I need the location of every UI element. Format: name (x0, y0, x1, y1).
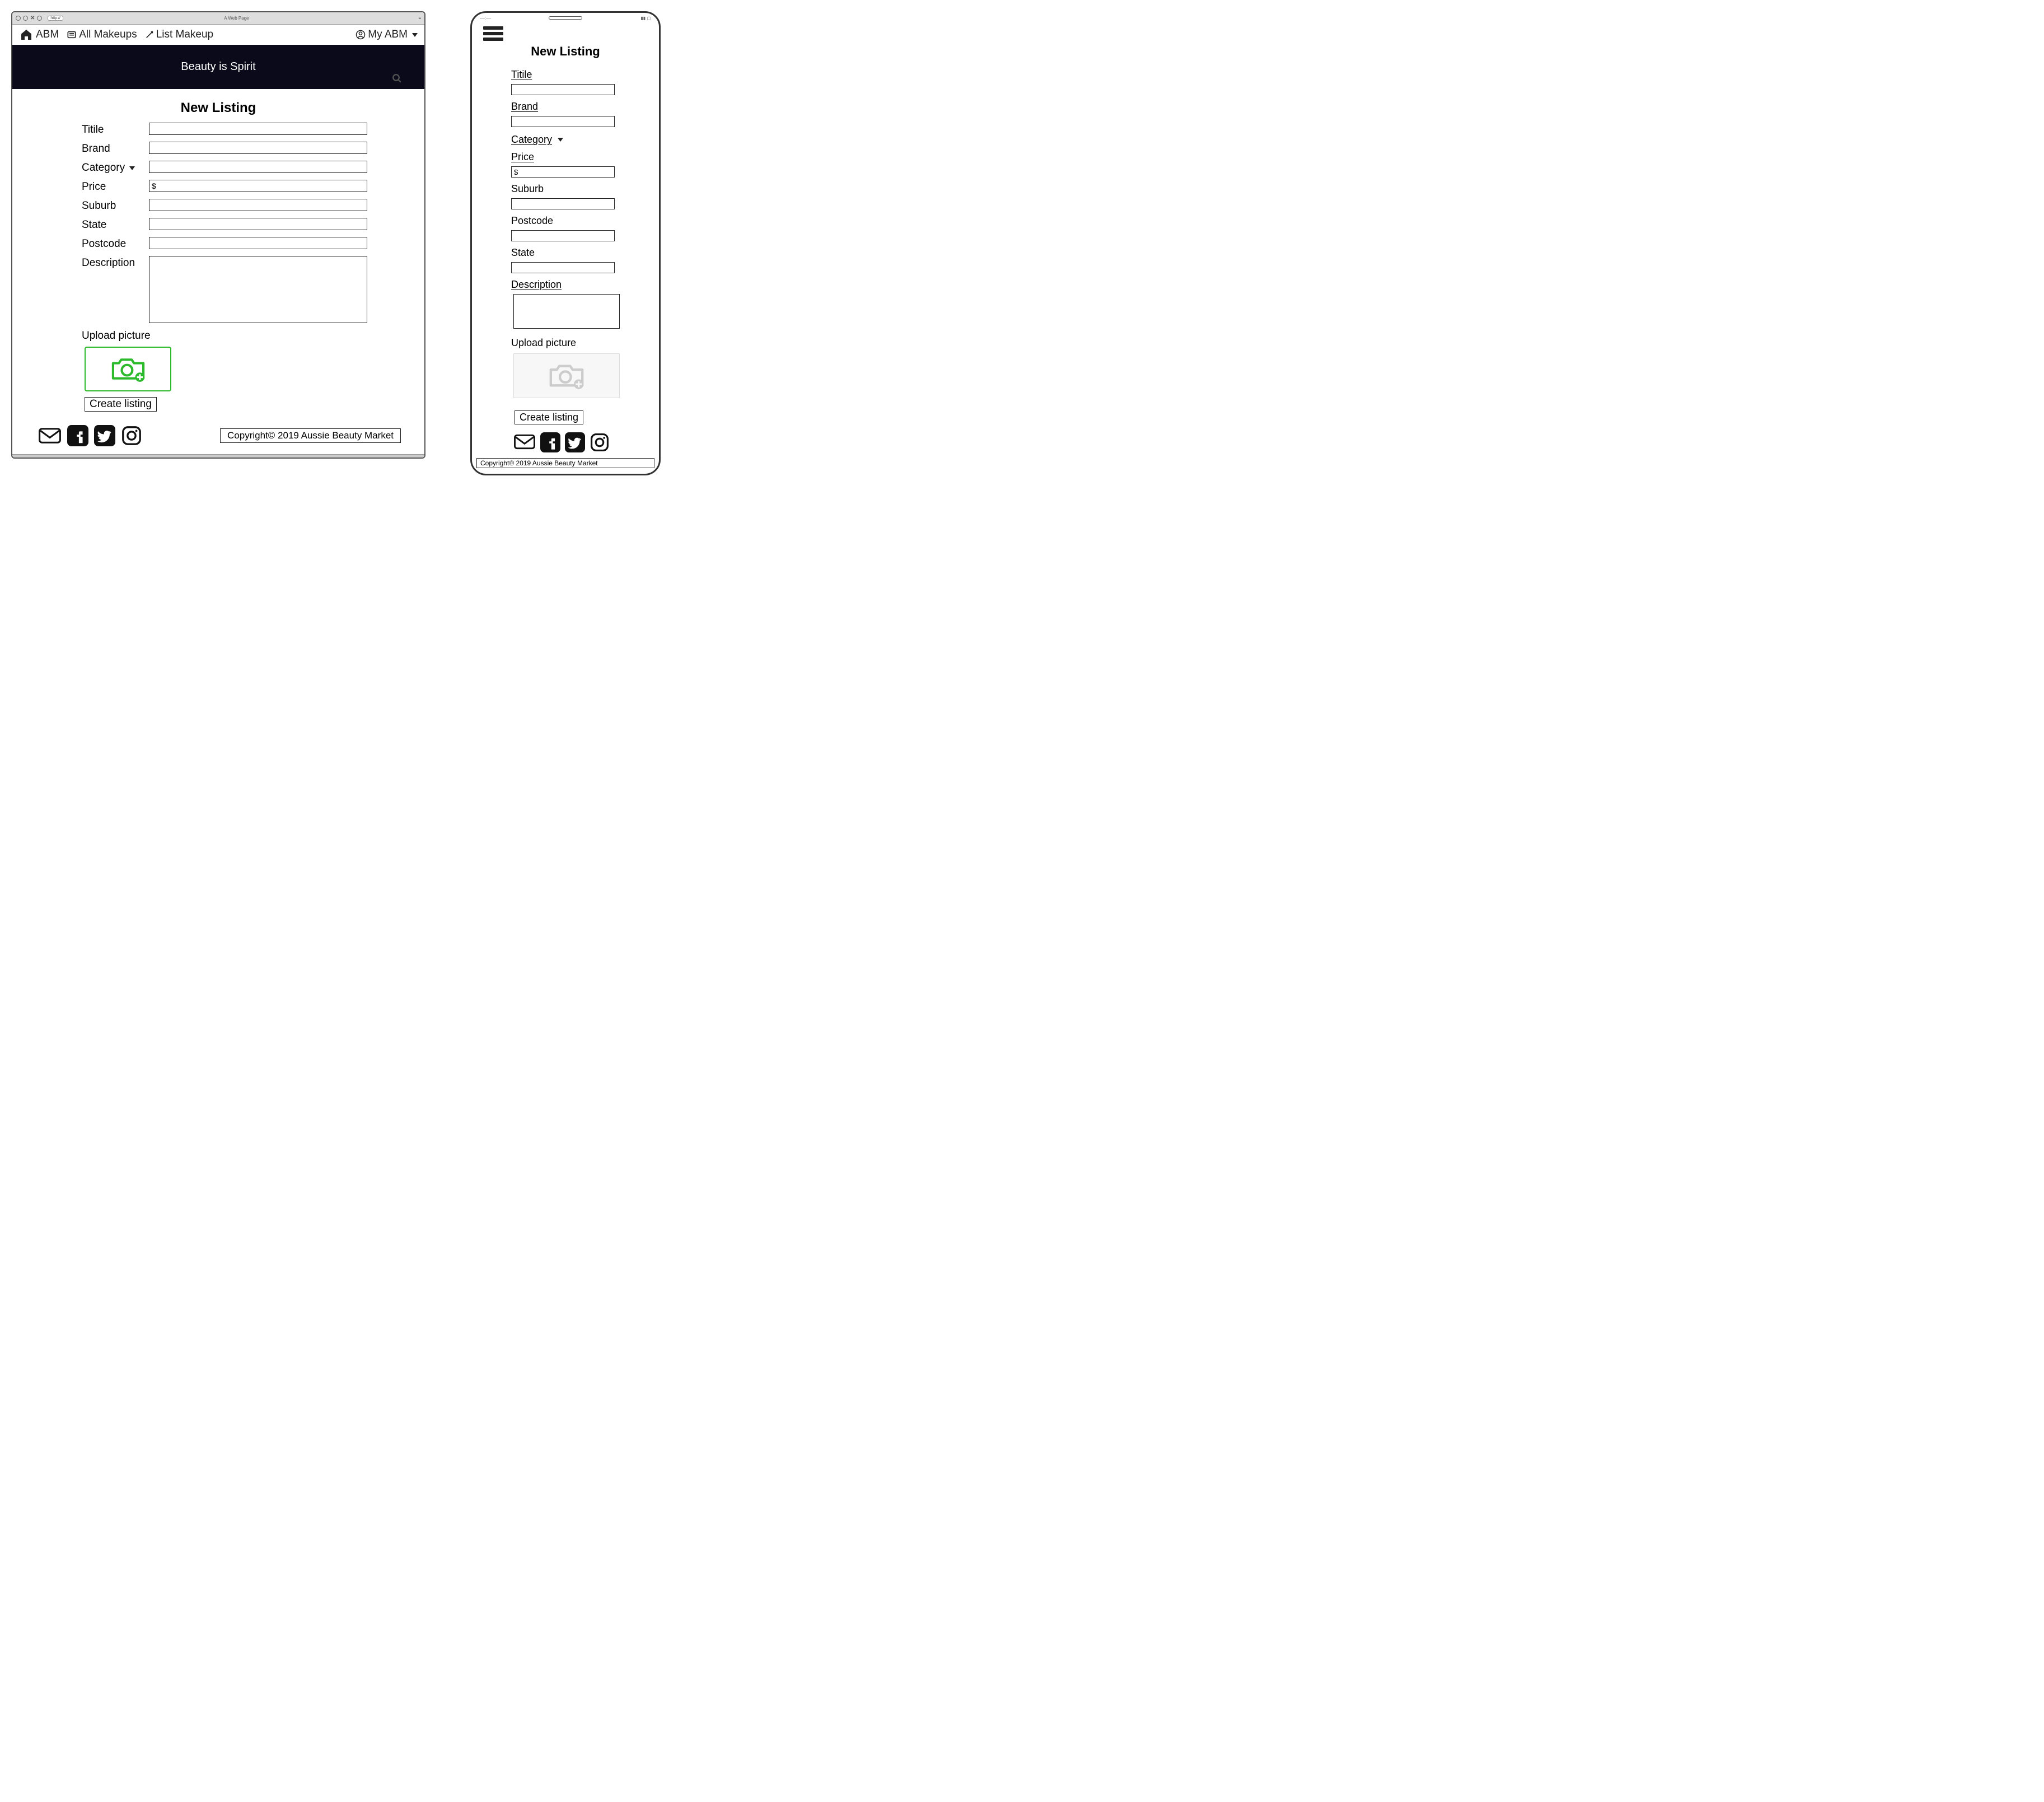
caret-down-icon (129, 166, 135, 170)
caret-down-icon (558, 138, 563, 142)
label-postcode: Postcode (511, 215, 644, 227)
status-signal-icon: ▮▮ ▢ (640, 16, 651, 21)
facebook-icon[interactable] (67, 425, 88, 446)
instagram-icon[interactable] (121, 425, 142, 446)
description-input[interactable] (513, 294, 620, 329)
label-brand: Brand (82, 142, 149, 155)
page-title: New Listing (472, 44, 659, 59)
label-state: State (511, 247, 644, 259)
suburb-input[interactable] (149, 199, 367, 211)
price-input[interactable] (511, 166, 615, 178)
social-row (513, 432, 644, 452)
label-upload: Upload picture (511, 337, 644, 349)
horizontal-scrollbar[interactable] (12, 454, 424, 457)
hero-banner: Beauty is Spirit (12, 45, 424, 89)
label-description: Description (82, 256, 149, 269)
label-price: Price (511, 151, 644, 163)
suburb-input[interactable] (511, 198, 615, 209)
nav-list-makeup[interactable]: List Makeup (145, 29, 213, 41)
instagram-icon[interactable] (590, 432, 610, 452)
postcode-input[interactable] (149, 237, 367, 249)
copyright: Copyright© 2019 Aussie Beauty Market (220, 428, 401, 443)
nav-home[interactable]: ABM (19, 28, 59, 41)
chrome-back-icon[interactable] (16, 16, 21, 21)
listing-form-mobile: Titile Brand Category Price Suburb Postc… (472, 69, 659, 452)
user-circle-icon (356, 30, 366, 40)
state-input[interactable] (511, 262, 615, 273)
label-brand: Brand (511, 101, 644, 113)
description-input[interactable] (149, 256, 367, 323)
phone-notch-icon (549, 16, 582, 20)
label-category-text: Category (82, 162, 125, 174)
wand-icon (145, 30, 154, 39)
brand-label: ABM (36, 29, 59, 41)
title-input[interactable] (511, 84, 615, 95)
page-title: New Listing (26, 100, 411, 116)
chrome-reload-icon[interactable] (37, 16, 42, 21)
twitter-icon[interactable] (94, 425, 115, 446)
hero-tagline: Beauty is Spirit (181, 60, 255, 73)
label-suburb: Suburb (82, 199, 149, 212)
label-title: Titile (511, 69, 644, 81)
label-state: State (82, 218, 149, 231)
chrome-forward-icon[interactable] (23, 16, 28, 21)
chrome-close-icon[interactable]: ✕ (30, 15, 35, 21)
browser-chrome: ✕ http:// A Web Page ≡ (12, 12, 424, 25)
label-postcode: Postcode (82, 237, 149, 250)
hamburger-menu-button[interactable] (483, 26, 503, 41)
facebook-icon[interactable] (540, 432, 560, 452)
create-listing-button[interactable]: Create listing (514, 410, 583, 424)
postcode-input[interactable] (511, 230, 615, 241)
nav-my-abm[interactable]: My ABM (356, 29, 418, 41)
copyright: Copyright© 2019 Aussie Beauty Market (476, 458, 654, 468)
brand-input[interactable] (149, 142, 367, 154)
label-suburb: Suburb (511, 183, 644, 195)
nav-my-abm-label: My ABM (368, 29, 408, 41)
state-input[interactable] (149, 218, 367, 230)
brand-input[interactable] (511, 116, 615, 127)
caret-down-icon (412, 33, 418, 37)
email-icon[interactable] (513, 432, 536, 451)
desktop-browser-window: ✕ http:// A Web Page ≡ ABM All Makeups L… (11, 11, 425, 459)
category-input[interactable] (149, 161, 367, 173)
label-description: Description (511, 279, 644, 291)
footer: Copyright© 2019 Aussie Beauty Market (26, 412, 411, 454)
upload-picture-button[interactable] (513, 353, 620, 398)
label-category[interactable]: Category (82, 161, 149, 174)
navbar: ABM All Makeups List Makeup My ABM (12, 25, 424, 45)
label-upload: Upload picture (82, 330, 411, 342)
camera-plus-icon (109, 355, 148, 383)
listing-form: New Listing Titile Brand Category Price … (12, 89, 424, 454)
nav-all-makeups-label: All Makeups (79, 29, 137, 41)
label-title: Titile (82, 123, 149, 136)
phone-status-bar: ––:–– ▮▮ ▢ (472, 13, 659, 23)
title-input[interactable] (149, 123, 367, 135)
email-icon[interactable] (38, 426, 62, 445)
upload-picture-button[interactable] (85, 347, 171, 391)
label-price: Price (82, 180, 149, 193)
status-time: ––:–– (480, 16, 491, 21)
home-icon (19, 28, 34, 41)
twitter-icon[interactable] (565, 432, 585, 452)
camera-plus-icon (545, 361, 588, 390)
nav-list-makeup-label: List Makeup (156, 29, 213, 41)
list-icon (67, 30, 77, 39)
create-listing-button[interactable]: Create listing (85, 397, 157, 412)
address-bar[interactable]: http:// (48, 16, 63, 21)
search-icon[interactable] (392, 73, 402, 87)
browser-title: A Web Page (66, 16, 408, 21)
mobile-phone-frame: ––:–– ▮▮ ▢ New Listing Titile Brand Cate… (470, 11, 661, 475)
price-input[interactable] (149, 180, 367, 192)
label-category[interactable]: Category (511, 134, 644, 146)
nav-all-makeups[interactable]: All Makeups (67, 29, 137, 41)
label-category-text: Category (511, 134, 552, 146)
chrome-menu-icon[interactable]: ≡ (410, 16, 421, 21)
